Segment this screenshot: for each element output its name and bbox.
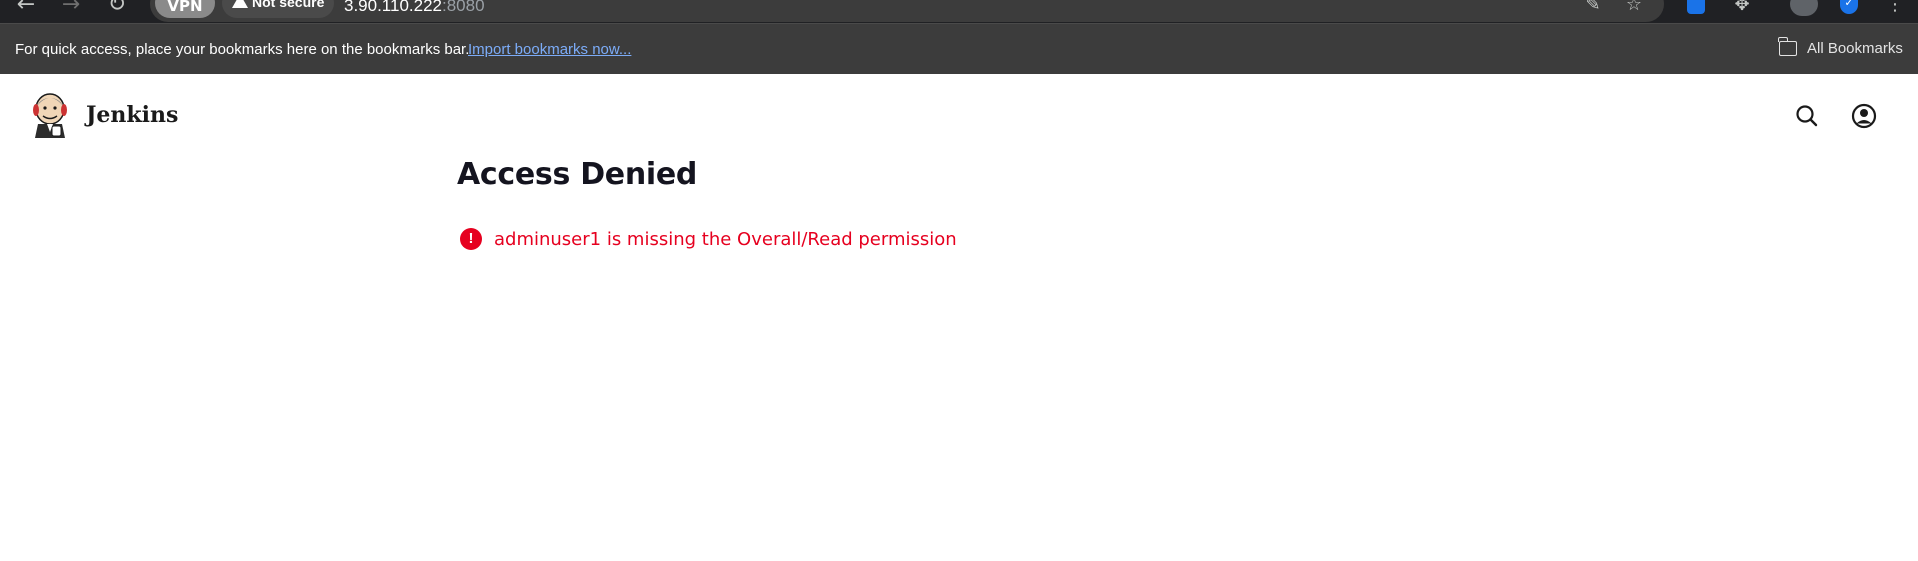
bookmarks-bar: For quick access, place your bookmarks h…	[0, 23, 1918, 74]
profile-icon[interactable]	[1790, 0, 1818, 16]
url-host: 3.90.110.222	[344, 0, 442, 15]
browser-toolbar: ← → ↻ VPN Not secure 3.90.110.222:8080 ✎…	[0, 0, 1918, 23]
error-text: adminuser1 is missing the Overall/Read p…	[494, 228, 957, 250]
shield-icon[interactable]: ✓	[1840, 0, 1858, 14]
puzzle-icon[interactable]: ✥	[1731, 0, 1753, 16]
star-icon[interactable]: ☆	[1623, 0, 1645, 16]
jenkins-header: Jenkins	[0, 74, 1918, 156]
site-info-chip[interactable]: Not secure	[222, 0, 334, 18]
security-label: Not secure	[252, 0, 325, 10]
url-text[interactable]: 3.90.110.222:8080	[344, 0, 485, 16]
forward-arrow-icon[interactable]: →	[57, 0, 85, 19]
all-bookmarks-button[interactable]: All Bookmarks	[1778, 37, 1903, 60]
warning-icon	[232, 0, 248, 8]
brand-name: Jenkins	[86, 102, 179, 128]
all-bookmarks-label: All Bookmarks	[1807, 40, 1903, 57]
jenkins-home-link[interactable]: Jenkins	[32, 91, 178, 139]
folder-icon	[1778, 37, 1797, 56]
back-arrow-icon[interactable]: ←	[12, 0, 40, 19]
url-port: :8080	[442, 0, 485, 15]
extension-icon[interactable]	[1687, 0, 1705, 14]
search-icon[interactable]	[1793, 102, 1821, 130]
error-icon: !	[460, 228, 482, 250]
page-title: Access Denied	[457, 157, 698, 192]
bookmarks-message: For quick access, place your bookmarks h…	[15, 41, 470, 58]
error-message: ! adminuser1 is missing the Overall/Read…	[460, 227, 957, 251]
vpn-chip[interactable]: VPN	[155, 0, 215, 18]
reload-icon[interactable]: ↻	[103, 0, 131, 19]
user-account-icon[interactable]	[1850, 102, 1878, 130]
jenkins-logo-icon	[33, 93, 67, 138]
menu-kebab-icon[interactable]: ⋮	[1884, 0, 1906, 16]
import-bookmarks-link[interactable]: Import bookmarks now...	[468, 41, 631, 58]
edit-icon[interactable]: ✎	[1582, 0, 1604, 16]
